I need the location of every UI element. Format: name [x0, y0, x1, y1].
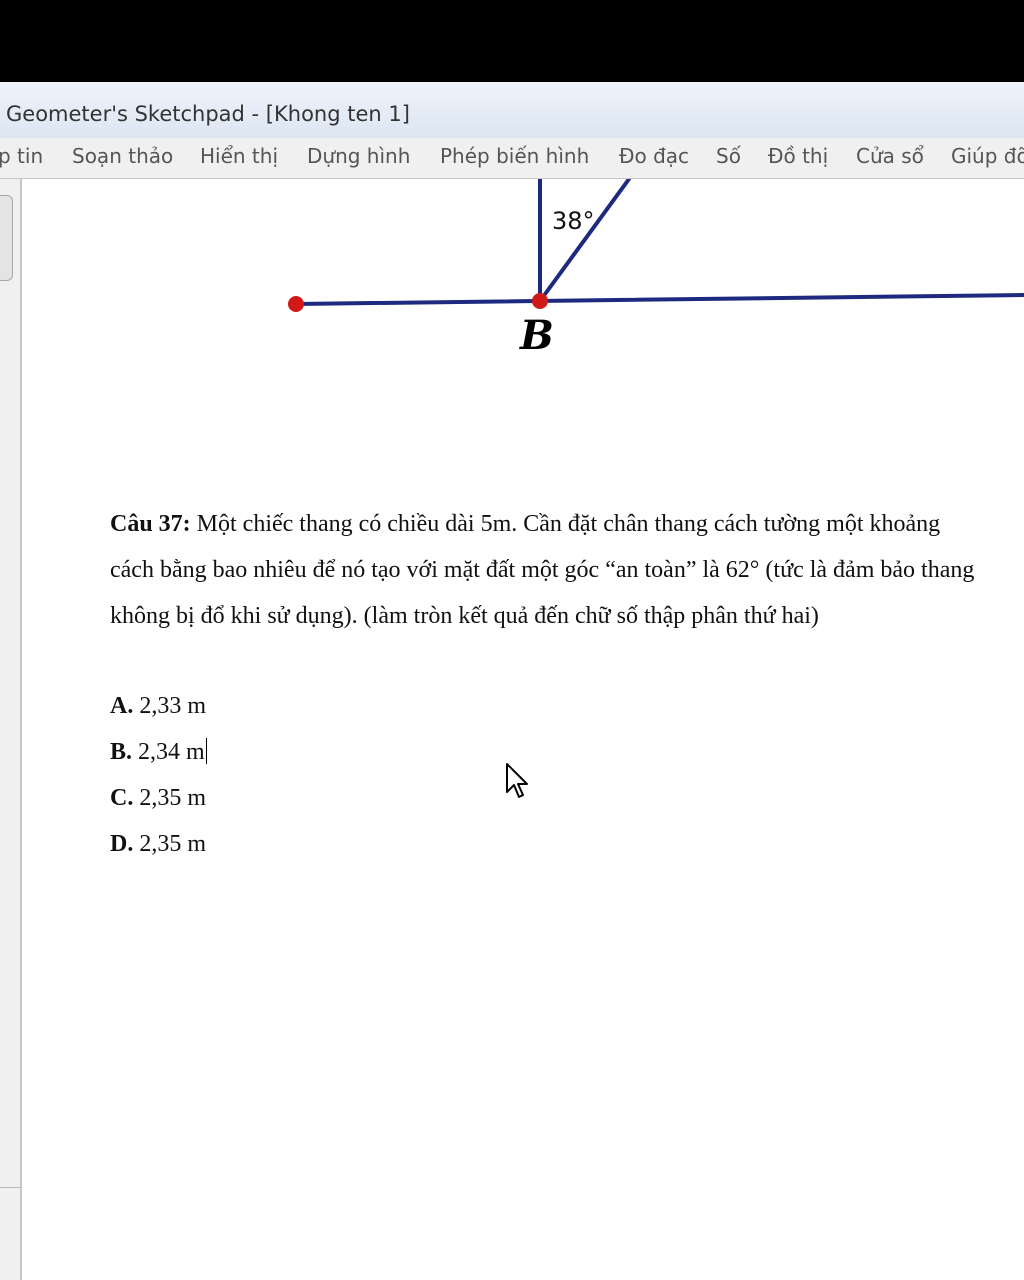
answer-text: 2,35 m: [133, 831, 207, 857]
window-title: Geometer's Sketchpad - [Khong ten 1]: [6, 102, 410, 126]
answer-letter: C.: [110, 785, 134, 811]
question-text[interactable]: Câu 37: Một chiếc thang có chiều dài 5m.…: [110, 501, 990, 639]
toolbox-tab[interactable]: [0, 195, 13, 281]
menu-construct[interactable]: Dựng hình: [307, 144, 410, 168]
mouse-pointer-icon: [506, 763, 528, 798]
answer-text: 2,33 m: [133, 693, 207, 719]
title-bar: Geometer's Sketchpad - [Khong ten 1]: [0, 82, 1024, 138]
menu-bar: p tin Soạn thảo Hiển thị Dựng hình Phép …: [0, 138, 1024, 179]
answer-d[interactable]: D. 2,35 m: [110, 821, 207, 867]
answer-text: 2,34 m: [132, 739, 205, 765]
menu-file[interactable]: p tin: [0, 144, 43, 168]
menu-transform[interactable]: Phép biến hình: [440, 144, 589, 168]
menu-help[interactable]: Giúp đỡ: [951, 144, 1024, 168]
ground-segment[interactable]: [294, 293, 1024, 306]
menu-window[interactable]: Cửa sổ: [856, 144, 924, 168]
question-label: Câu 37:: [110, 511, 191, 537]
ground-left-point[interactable]: [288, 296, 304, 312]
menu-measure[interactable]: Đo đạc: [619, 144, 689, 168]
menu-number[interactable]: Số: [716, 144, 741, 168]
menu-graph[interactable]: Đồ thị: [768, 144, 828, 168]
sketch-canvas[interactable]: 38° B Câu 37: Một chiếc thang có chiều d…: [22, 179, 1024, 1280]
menu-display[interactable]: Hiển thị: [200, 144, 278, 168]
point-b[interactable]: [532, 293, 548, 309]
answer-b[interactable]: B. 2,34 m: [110, 729, 207, 775]
menu-edit[interactable]: Soạn thảo: [72, 144, 173, 168]
answer-letter: B.: [110, 739, 133, 765]
text-caret: [205, 738, 207, 764]
answer-text: 2,35 m: [133, 785, 207, 811]
answer-letter: D.: [110, 831, 134, 857]
point-b-label[interactable]: B: [520, 312, 554, 359]
question-body: Một chiếc thang có chiều dài 5m. Cần đặt…: [110, 511, 975, 629]
toolbox-divider: [0, 1187, 20, 1188]
answer-a[interactable]: A. 2,33 m: [110, 683, 207, 729]
toolbox-panel: [0, 179, 22, 1280]
ladder-segment[interactable]: [538, 179, 631, 303]
answer-letter: A.: [110, 693, 134, 719]
screen-top-bezel: [0, 0, 1024, 82]
answer-c[interactable]: C. 2,35 m: [110, 775, 207, 821]
angle-measure-label: 38°: [552, 207, 595, 235]
answer-list: A. 2,33 m B. 2,34 m C. 2,35 m D. 2,35 m: [110, 683, 207, 867]
